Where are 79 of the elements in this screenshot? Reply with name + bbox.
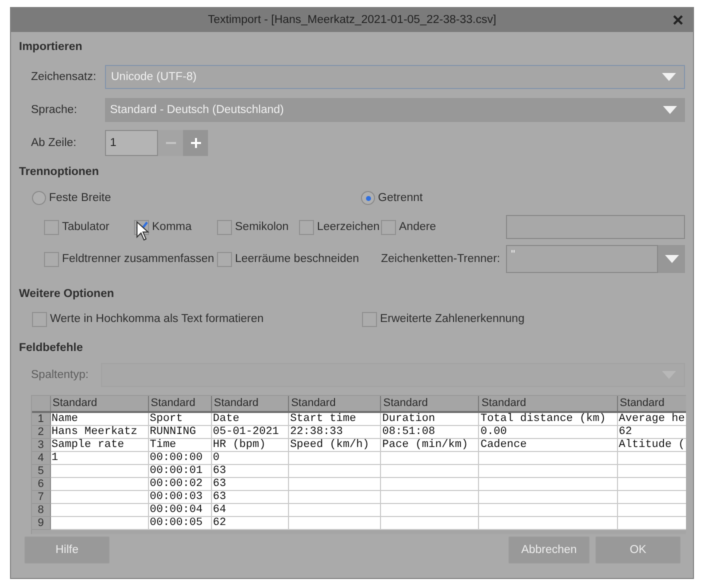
table-cell: Sport [150,413,183,425]
field-label: Spaltentyp: [30,369,90,381]
table-cell: Start time [290,413,356,425]
checkbox-option[interactable]: Leerräume beschneiden [217,252,381,266]
column-type-header[interactable]: Standard [617,396,686,412]
row-number: 6 [32,478,50,490]
radio-option[interactable]: Getrennt [361,191,423,205]
row-input-field[interactable]: 1 [105,130,158,156]
section-heading: Weitere Optionen [19,288,115,302]
section-heading: Trennoptionen [19,166,100,180]
table-cell: RUNNING [150,426,196,438]
row-number: 3 [32,438,50,452]
table-cell: 00:00:03 [150,491,203,503]
mouse-pointer-icon [136,221,150,241]
table-cell: 00:00:00 [150,452,203,464]
table-cell: 05-01-2021 [212,426,279,438]
row-number: 4 [32,452,50,464]
section-heading: Importieren [19,41,84,55]
column-type-header[interactable]: Standard [148,396,212,412]
caret-icon [664,255,678,263]
caret-icon [663,106,677,114]
field-label: Sprache: [30,104,78,116]
plus-icon [190,137,202,149]
table-cell: 0.00 [480,426,507,438]
row-number: 7 [32,490,50,504]
table-cell: Altitude ( [618,439,685,451]
table-cell: Total distance (km) [480,413,606,425]
table-cell: 22:38:33 [290,426,343,438]
column-type-header[interactable]: Standard [288,396,381,412]
field-label: Zeichenketten-Trenner: [381,253,502,265]
column-type-header[interactable]: Standard [50,396,148,412]
section-heading: Feldbefehle [19,342,84,356]
table-cell: Average he [618,413,685,425]
checkbox-option[interactable]: Erweiterte Zahlenerkennung [362,312,524,326]
row-number: 9 [32,516,50,530]
table-cell: 63 [212,478,226,490]
table-cell: Date [212,413,240,425]
window-title: Textimport - [Hans_Meerkatz_2021-01-05_22-38-33.csv] [208,14,496,26]
other-separator-field[interactable] [506,215,685,239]
table-cell: Hans Meerkatz [52,426,138,438]
table-cell: Pace (min/km) [382,439,468,451]
table-cell: 64 [212,504,226,516]
field-label: Zeichensatz: [30,71,98,83]
checkbox-option[interactable]: Feldtrenner zusammenfassen [44,252,217,266]
table-cell: Duration [382,413,436,425]
radio-option[interactable]: Feste Breite [32,191,361,205]
table-cell: Sample rate [52,439,124,451]
checkbox-option[interactable]: Werte in Hochkomma als Text formatieren [32,312,362,326]
table-cell: HR (bpm) [212,439,266,451]
table-cell: Speed (km/h) [290,439,370,451]
row-number: 1 [32,412,50,426]
table-cell: 63 [212,465,226,477]
field-label: Ab Zeile: [30,137,78,149]
table-cell: 63 [212,491,226,503]
table-cell: 1 [52,452,58,464]
close-icon[interactable] [673,15,683,25]
column-type-header[interactable]: Standard [211,396,289,412]
table-cell: Name [52,413,78,425]
table-cell: 62 [618,426,632,438]
table-cell: Time [150,439,176,451]
caret-icon [662,73,676,81]
checkbox-option[interactable]: Leerzeichen [299,220,381,234]
increment-button[interactable] [183,130,208,156]
checkbox-option[interactable]: Tabulator [44,220,134,234]
table-cell: Cadence [480,439,527,451]
table-cell: 00:00:05 [150,517,203,529]
checkbox-option[interactable]: Semikolon [217,220,299,234]
checkbox-option[interactable]: Andere [381,220,506,234]
column-type-header[interactable]: Standard [380,396,479,412]
table-cell: 00:00:02 [150,478,203,490]
table-cell: 00:00:01 [150,465,203,477]
table-cell: 08:51:08 [382,426,436,438]
table-cell: 00:00:04 [150,504,203,516]
row-number: 5 [32,464,50,478]
row-number: 2 [32,426,50,438]
row-number: 8 [32,504,50,516]
table-cell: 62 [212,517,226,529]
table-cell: 0 [212,452,220,464]
column-type-header[interactable]: Standard [478,396,618,412]
